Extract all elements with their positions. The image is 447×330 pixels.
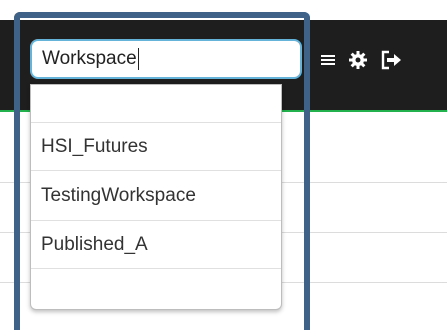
dropdown-option-label: HSI_Futures	[41, 135, 148, 157]
dropdown-option-label: TestingWorkspace	[41, 184, 196, 206]
dropdown-option[interactable]: HSI_Futures	[31, 122, 281, 170]
gear-icon[interactable]	[348, 50, 368, 70]
text-caret	[137, 48, 139, 70]
menu-icon[interactable]	[320, 52, 336, 68]
workspace-dropdown: HSI_Futures TestingWorkspace Published_A	[30, 84, 282, 310]
sign-out-icon[interactable]	[380, 50, 402, 70]
dropdown-option[interactable]: Published_A	[31, 220, 281, 268]
toolbar-icons	[320, 42, 402, 78]
workspace-search-input[interactable]: Workspace	[30, 39, 302, 79]
dropdown-option-label: Published_A	[41, 233, 148, 255]
dropdown-option[interactable]: TestingWorkspace	[31, 170, 281, 220]
dropdown-option-empty[interactable]	[31, 268, 281, 309]
dropdown-option-empty[interactable]	[31, 85, 281, 122]
screen: Workspace HSI_Futures TestingWorkspace P…	[0, 0, 447, 330]
search-input-value: Workspace	[42, 48, 137, 69]
